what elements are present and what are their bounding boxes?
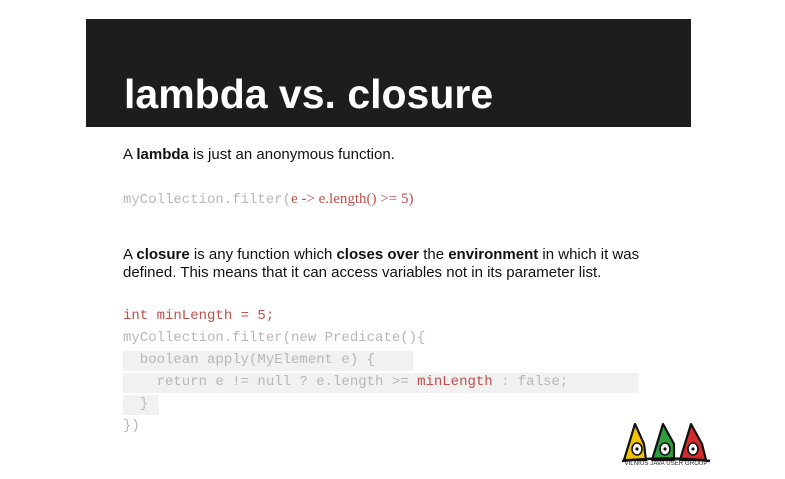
closure-text-2: is any function which bbox=[189, 246, 337, 263]
slide: lambda vs. closure A lambda is just an a… bbox=[0, 0, 785, 479]
lambda-suffix: is just an anonymous function. bbox=[188, 146, 395, 163]
lambda-prefix: A bbox=[123, 146, 137, 163]
title-bar: lambda vs. closure bbox=[86, 19, 691, 127]
code-line-1: int minLength = 5; bbox=[123, 308, 275, 324]
closure-text-5: defined. This means that it can access v… bbox=[123, 264, 602, 281]
min-length-reference: minLength bbox=[417, 374, 493, 390]
code-line-2: myCollection.filter(new Predicate(){ bbox=[123, 330, 426, 346]
closure-text-4: in which it was bbox=[538, 246, 640, 263]
lambda-expression: e -> e.length() >= 5 bbox=[291, 191, 409, 207]
closure-term: closure bbox=[136, 246, 190, 263]
environment-term: environment bbox=[448, 246, 539, 263]
code-line-6: }) bbox=[123, 418, 140, 434]
closure-text-3: the bbox=[419, 246, 449, 263]
slide-title: lambda vs. closure bbox=[124, 71, 494, 117]
code-line-4: return e != null ? e.length >= bbox=[123, 374, 418, 390]
code-line-5: } bbox=[123, 396, 149, 412]
lambda-code-close: ) bbox=[408, 191, 414, 207]
logo-caption: VILNIUS JAVA USER GROUP bbox=[624, 461, 708, 467]
closure-text-1: A bbox=[123, 246, 137, 263]
code-line-4-end: : false; bbox=[492, 374, 569, 390]
lambda-code-call: myCollection.filter( bbox=[123, 192, 292, 208]
closure-code: int minLength = 5; myCollection.filter(n… bbox=[123, 305, 568, 437]
closure-definition: A closure is any function which closes o… bbox=[123, 246, 639, 282]
lambda-code: myCollection.filter(e -> e.length() >= 5… bbox=[123, 188, 413, 211]
lambda-term: lambda bbox=[136, 146, 189, 163]
lambda-definition: A lambda is just an anonymous function. bbox=[123, 146, 395, 164]
code-line-3: boolean apply(MyElement e) { bbox=[123, 352, 376, 368]
closes-over-term: closes over bbox=[336, 246, 420, 263]
